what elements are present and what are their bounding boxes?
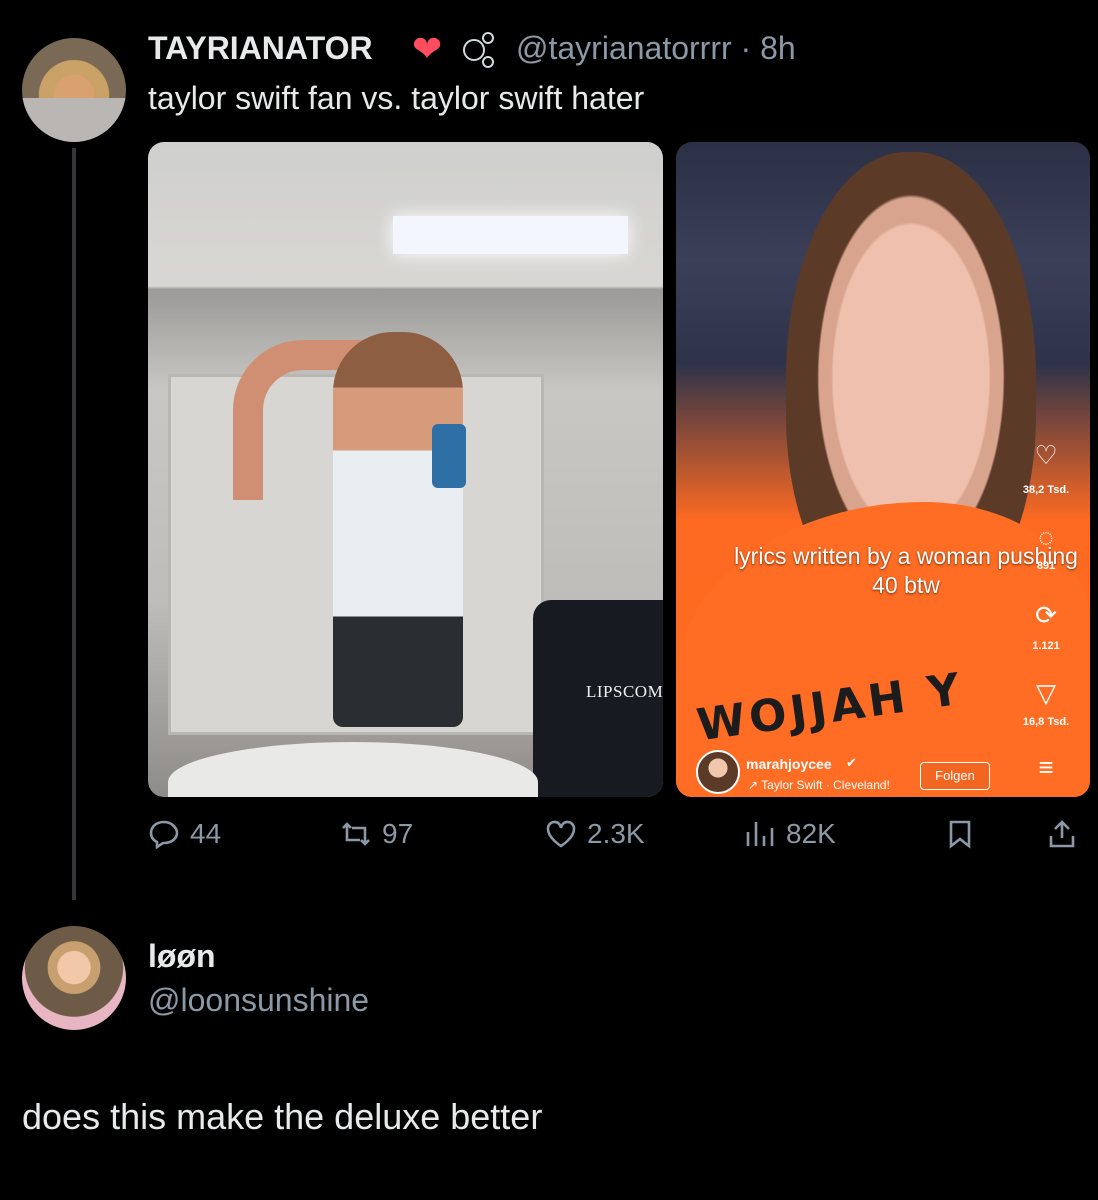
repost-button[interactable]: 97 (340, 818, 413, 850)
avatar[interactable] (22, 38, 126, 142)
avatar[interactable] (22, 926, 126, 1030)
reply-count: 44 (190, 818, 222, 849)
tiktok-repost-count: 1.121 (1032, 640, 1060, 652)
send-icon: ▽ (1036, 678, 1056, 708)
media-image-right[interactable]: WOJJAH Y lyrics written by a woman pushi… (676, 142, 1090, 797)
verified-icon: ✔ (846, 755, 857, 770)
repost-icon: ⟳ (1035, 600, 1057, 630)
tiktok-like-count: 38,2 Tsd. (1022, 484, 1070, 496)
heart-icon (546, 820, 576, 848)
display-name[interactable]: TAYRIANATOR (148, 30, 373, 67)
repost-count: 97 (382, 818, 414, 849)
separator: · (740, 30, 752, 66)
tiktok-share-count: 16,8 Tsd. (1022, 716, 1070, 728)
handle[interactable]: @tayrianatorrrr (516, 30, 732, 66)
analytics-icon (746, 822, 774, 846)
share-button[interactable] (1046, 818, 1078, 850)
reply-icon (149, 820, 179, 850)
reply-handle[interactable]: @loonsunshine (148, 982, 369, 1019)
post-handle-time: @tayrianatorrrr · 8h (516, 30, 796, 67)
post-text: taylor swift fan vs. taylor swift hater (148, 80, 645, 116)
post-time[interactable]: 8h (760, 30, 796, 66)
reply-display-name[interactable]: løøn (148, 938, 216, 975)
bubbles-icon (463, 32, 494, 68)
like-count: 2.3K (587, 818, 645, 849)
heart-on-fire-icon: ❤ (412, 28, 443, 69)
thread-line (72, 148, 76, 900)
tiktok-sound: ↗ Taylor Swift · Cleveland! (748, 778, 890, 792)
view-count: 82K (786, 818, 836, 849)
tiktok-avatar (696, 750, 740, 794)
comment-icon: ◌ (1038, 522, 1054, 552)
bookmark-button[interactable] (944, 818, 976, 850)
menu-icon: ≡ (1038, 752, 1054, 782)
share-icon (1049, 820, 1075, 848)
lipscomb-watermark: LIPSCOM (586, 682, 663, 701)
heart-icon: ♡ (1034, 440, 1058, 470)
views-button[interactable]: 82K (744, 818, 836, 850)
tiktok-username: marahjoycee (746, 756, 832, 772)
media-image-left[interactable]: LIPSCOM (148, 142, 663, 797)
tiktok-comment-count: 891 (1036, 560, 1056, 572)
reply-text: does this make the deluxe better (22, 1096, 543, 1137)
reply-button[interactable]: 44 (148, 818, 221, 850)
arrow-icon: ↗ (748, 778, 762, 792)
repost-icon (342, 822, 370, 846)
bookmark-icon (949, 820, 971, 849)
like-button[interactable]: 2.3K (545, 818, 645, 850)
tiktok-follow-button: Folgen (920, 762, 990, 790)
